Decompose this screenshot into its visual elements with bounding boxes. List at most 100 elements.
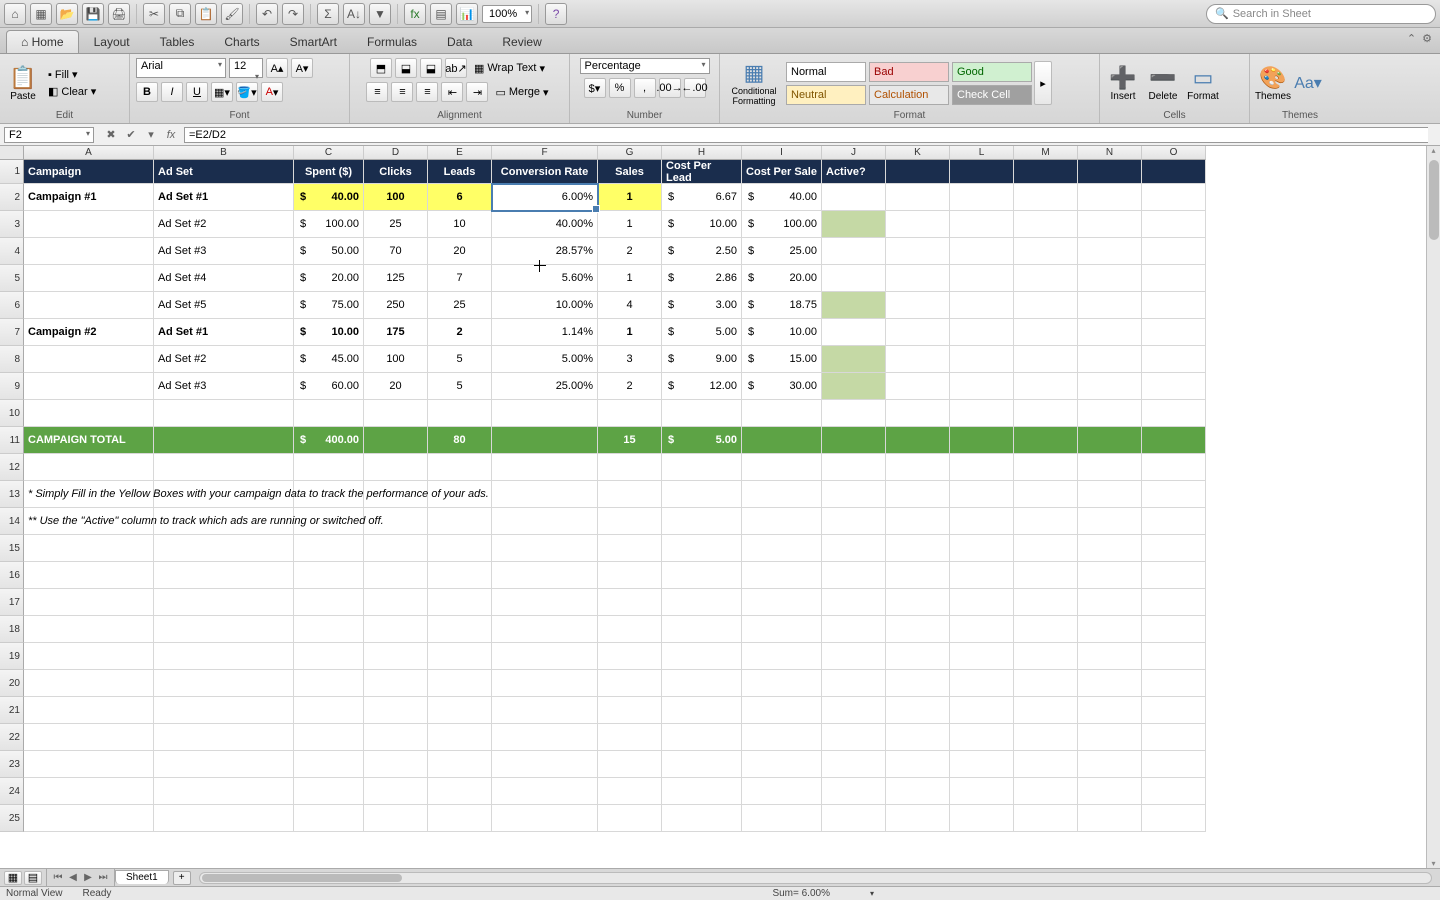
cell-N17[interactable] [1078,589,1142,616]
cell-H1[interactable]: Cost Per Lead [662,160,742,184]
col-head-B[interactable]: B [154,146,294,160]
cell-K2[interactable] [886,184,950,211]
row-head-24[interactable]: 24 [0,778,24,805]
cell-B19[interactable] [154,643,294,670]
cell-N19[interactable] [1078,643,1142,670]
cell-E25[interactable] [428,805,492,832]
cell-L21[interactable] [950,697,1014,724]
cell-K16[interactable] [886,562,950,589]
cell-J9[interactable] [822,373,886,400]
wrap-text-button[interactable]: ▦ Wrap Text ▾ [470,58,549,78]
cell-L10[interactable] [950,400,1014,427]
chart-icon[interactable]: 📊 [456,3,478,25]
cell-G4[interactable]: 2 [598,238,662,265]
cell-H20[interactable] [662,670,742,697]
cell-D3[interactable]: 25 [364,211,428,238]
cell-L9[interactable] [950,373,1014,400]
cell-K8[interactable] [886,346,950,373]
decrease-decimal-icon[interactable]: ←.00 [684,78,706,98]
cell-M24[interactable] [1014,778,1078,805]
cell-C18[interactable] [294,616,364,643]
cell-O3[interactable] [1142,211,1206,238]
cell-F25[interactable] [492,805,598,832]
cell-M4[interactable] [1014,238,1078,265]
cell-K25[interactable] [886,805,950,832]
row-head-12[interactable]: 12 [0,454,24,481]
cell-K13[interactable] [886,481,950,508]
cell-D6[interactable]: 250 [364,292,428,319]
cell-I15[interactable] [742,535,822,562]
cell-M7[interactable] [1014,319,1078,346]
cell-K4[interactable] [886,238,950,265]
spreadsheet[interactable]: ABCDEFGHIJKLMNO1CampaignAd SetSpent ($)C… [0,146,1440,868]
cell-D21[interactable] [364,697,428,724]
shrink-font-icon[interactable]: A▾ [291,58,313,78]
cell-G21[interactable] [598,697,662,724]
align-bottom-icon[interactable]: ⬓ [420,58,442,78]
cell-K19[interactable] [886,643,950,670]
zoom-select[interactable]: 100% [482,5,532,23]
cell-B17[interactable] [154,589,294,616]
cell-F7[interactable]: 1.14% [492,319,598,346]
cell-O10[interactable] [1142,400,1206,427]
cell-I7[interactable]: $10.00 [742,319,822,346]
cell-D24[interactable] [364,778,428,805]
cell-L3[interactable] [950,211,1014,238]
cell-J5[interactable] [822,265,886,292]
cell-N5[interactable] [1078,265,1142,292]
cell-B2[interactable]: Ad Set #1 [154,184,294,211]
cell-A5[interactable] [24,265,154,292]
help-icon[interactable]: ? [545,3,567,25]
cell-G9[interactable]: 2 [598,373,662,400]
col-head-A[interactable]: A [24,146,154,160]
clear-button[interactable]: ◧ Clear ▾ [44,84,100,99]
last-sheet-icon[interactable]: ⏭ [96,872,110,883]
cell-G14[interactable] [598,508,662,535]
theme-fonts-button[interactable]: Aa▾ [1294,58,1322,108]
cell-J8[interactable] [822,346,886,373]
cell-N9[interactable] [1078,373,1142,400]
row-head-22[interactable]: 22 [0,724,24,751]
cell-L23[interactable] [950,751,1014,778]
print-icon[interactable]: 🖨 [108,3,130,25]
styles-more-icon[interactable]: ▸ [1034,61,1052,105]
cell-H4[interactable]: $2.50 [662,238,742,265]
row-head-7[interactable]: 7 [0,319,24,346]
row-head-3[interactable]: 3 [0,211,24,238]
indent-right-icon[interactable]: ⇥ [466,82,488,102]
cell-I25[interactable] [742,805,822,832]
cell-O21[interactable] [1142,697,1206,724]
cell-M5[interactable] [1014,265,1078,292]
cell-F20[interactable] [492,670,598,697]
cell-M18[interactable] [1014,616,1078,643]
cell-H24[interactable] [662,778,742,805]
row-head-8[interactable]: 8 [0,346,24,373]
cell-K22[interactable] [886,724,950,751]
cell-B9[interactable]: Ad Set #3 [154,373,294,400]
cell-G3[interactable]: 1 [598,211,662,238]
row-head-19[interactable]: 19 [0,643,24,670]
cell-G22[interactable] [598,724,662,751]
cell-O15[interactable] [1142,535,1206,562]
cell-E3[interactable]: 10 [428,211,492,238]
cell-N15[interactable] [1078,535,1142,562]
cell-L2[interactable] [950,184,1014,211]
cell-L11[interactable] [950,427,1014,454]
cell-A1[interactable]: Campaign [24,160,154,184]
cell-D8[interactable]: 100 [364,346,428,373]
cell-E18[interactable] [428,616,492,643]
cell-B10[interactable] [154,400,294,427]
cell-I2[interactable]: $40.00 [742,184,822,211]
cell-H5[interactable]: $2.86 [662,265,742,292]
cell-I6[interactable]: $18.75 [742,292,822,319]
cell-N7[interactable] [1078,319,1142,346]
cell-F6[interactable]: 10.00% [492,292,598,319]
cell-M1[interactable] [1014,160,1078,184]
cell-N11[interactable] [1078,427,1142,454]
cell-O1[interactable] [1142,160,1206,184]
cell-L13[interactable] [950,481,1014,508]
cell-J23[interactable] [822,751,886,778]
cell-D17[interactable] [364,589,428,616]
themes-button[interactable]: 🎨Themes [1254,58,1292,108]
cell-B23[interactable] [154,751,294,778]
